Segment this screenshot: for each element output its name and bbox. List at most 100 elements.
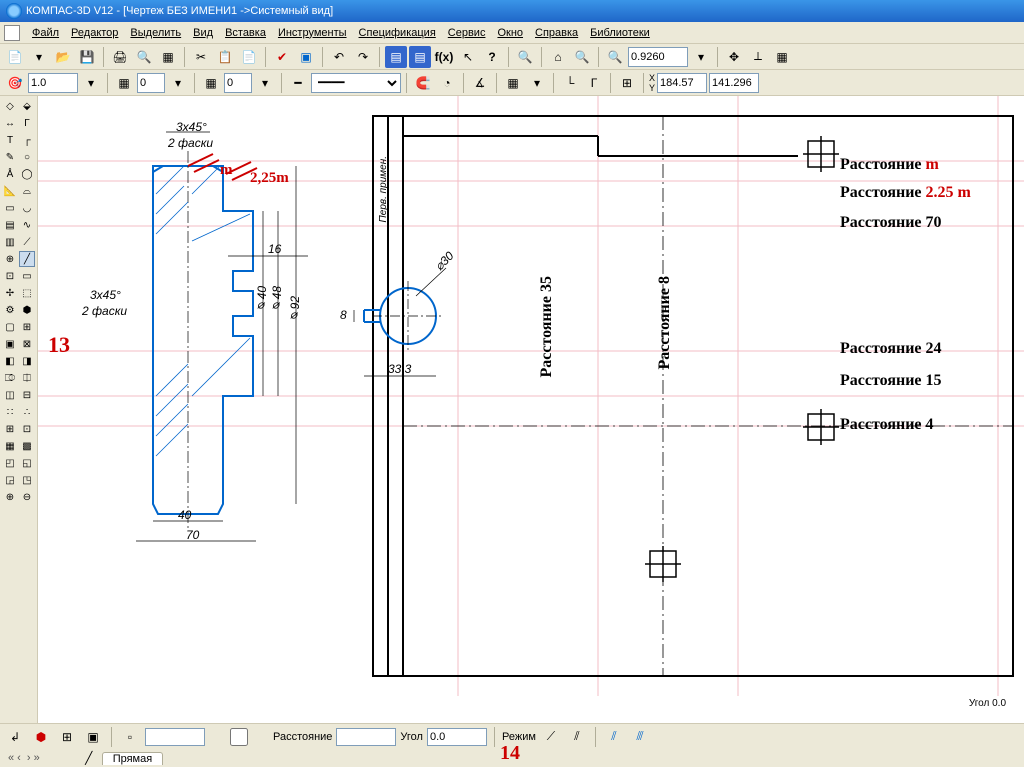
tool-t-icon[interactable]: ⊠ [19,336,35,352]
tool-4-icon[interactable]: ⊡ [19,421,35,437]
tab-nav-next[interactable]: › » [27,752,40,764]
layer-icon[interactable]: 🎯 [4,72,26,94]
tool-y-icon[interactable]: ◫ [2,387,18,403]
menu-edit[interactable]: Редактор [65,25,124,41]
prop-angle-input[interactable] [427,728,487,746]
new-doc-button[interactable]: 📄 [4,46,26,68]
tool-c-icon[interactable]: ┌ [19,132,35,148]
measure-icon[interactable]: 📐 [2,183,18,199]
tool-w-icon[interactable]: ⎄ [2,370,18,386]
scale-combo[interactable] [28,73,78,93]
mode-3-icon[interactable]: ⫽ [603,726,625,748]
tool-r-icon[interactable]: ⊞ [19,319,35,335]
geom-icon[interactable]: ◇ [2,98,18,114]
tool-v-icon[interactable]: ◨ [19,353,35,369]
menu-help[interactable]: Справка [529,25,584,41]
menu-window[interactable]: Окно [491,25,529,41]
tool-l-icon[interactable]: ▭ [19,268,35,284]
select-icon[interactable]: ▭ [2,200,18,216]
prop-coord-input[interactable] [145,728,205,746]
tab-nav-prev[interactable]: « ‹ [8,752,21,764]
tool-11-icon[interactable]: ⊕ [2,489,18,505]
cut-button[interactable]: ✂ [190,46,212,68]
spec-icon[interactable]: ▤ [2,217,18,233]
edit-icon[interactable]: ✎ [2,149,18,165]
tool-u-icon[interactable]: ◧ [2,353,18,369]
menu-spec[interactable]: Спецификация [353,25,442,41]
refresh-button[interactable]: ▦ [771,46,793,68]
save-button[interactable]: 💾 [76,46,98,68]
menu-tools[interactable]: Инструменты [272,25,353,41]
tool-7-icon[interactable]: ◰ [2,455,18,471]
coord-y[interactable] [709,73,759,93]
menu-service[interactable]: Сервис [442,25,492,41]
zoom-combo[interactable] [628,47,688,67]
tool-e-icon[interactable]: ◯ [19,166,35,182]
mode-1-icon[interactable]: ⟋ [540,726,562,748]
prop-stop-icon[interactable]: ⬢ [30,726,52,748]
dropdown3-icon[interactable]: ▾ [80,72,102,94]
tool-j-icon[interactable]: ╱ [19,251,35,267]
round-btn[interactable]: ⊞ [616,72,638,94]
dim-icon[interactable]: ↔ [2,115,18,131]
report-icon[interactable]: ▥ [2,234,18,250]
tool-3-icon[interactable]: ⊞ [2,421,18,437]
tool-12-icon[interactable]: ⊖ [19,489,35,505]
axis-btn[interactable]: └ [559,72,581,94]
tool-8-icon[interactable]: ◱ [19,455,35,471]
tab-line[interactable]: Прямая [102,752,164,765]
properties-button[interactable]: ✔ [271,46,293,68]
tool-d-icon[interactable]: ○ [19,149,35,165]
dropdown4-icon[interactable]: ▾ [167,72,189,94]
menu-select[interactable]: Выделить [124,25,187,41]
tool-10-icon[interactable]: ◳ [19,472,35,488]
insert-icon[interactable]: ⊕ [2,251,18,267]
tool-b-icon[interactable]: Γ [19,115,35,131]
redo-button[interactable]: ↷ [352,46,374,68]
prop-distance-check[interactable] [209,728,269,746]
cursor-button[interactable]: ↖ [457,46,479,68]
fx-button[interactable]: f(x) [433,46,455,68]
text-icon[interactable]: T [2,132,18,148]
tool-o-icon[interactable]: ⚙ [2,302,18,318]
mode-4-icon[interactable]: ⫻ [629,726,651,748]
zoom-scale-icon[interactable]: 🔍 [604,46,626,68]
tool-q-icon[interactable]: ▢ [2,319,18,335]
menu-libs[interactable]: Библиотеки [584,25,656,41]
doc-icon[interactable] [4,25,20,41]
tool-s-icon[interactable]: ▣ [2,336,18,352]
manager-button[interactable]: ▦ [157,46,179,68]
pan-button[interactable]: ✥ [723,46,745,68]
zoom-in-button[interactable]: 🔍 [514,46,536,68]
tool-2-icon[interactable]: ∴ [19,404,35,420]
tool-g-icon[interactable]: ◡ [19,200,35,216]
canvas[interactable]: 3x45° 2 фаски 3x45° 2 фаски 16 ⌀40 ⌀48 ⌀… [38,96,1024,723]
mode-2-icon[interactable]: ⫽ [566,726,588,748]
snap-btn[interactable]: 🧲 [412,72,434,94]
copy-button[interactable]: 📋 [214,46,236,68]
tool-9-icon[interactable]: ◲ [2,472,18,488]
menu-insert[interactable]: Вставка [219,25,272,41]
lib-button[interactable]: ▤ [385,46,407,68]
paste-button[interactable]: 📄 [238,46,260,68]
tool-5-icon[interactable]: ▦ [2,438,18,454]
dropdown-icon[interactable]: ▾ [28,46,50,68]
zoom-window-button[interactable]: 🔍 [571,46,593,68]
snap2-btn[interactable]: ◔ [436,72,458,94]
open-button[interactable]: 📂 [52,46,74,68]
tool-6-icon[interactable]: ▩ [19,438,35,454]
tool-m-icon[interactable]: ✢ [2,285,18,301]
layer-combo[interactable] [137,73,165,93]
layer-btn[interactable]: ▦ [113,72,135,94]
ortho-button[interactable]: ⟂ [747,46,769,68]
preview-button[interactable]: 🔍 [133,46,155,68]
menu-view[interactable]: Вид [187,25,219,41]
variables-button[interactable]: ▣ [295,46,317,68]
tool-n-icon[interactable]: ⬚ [19,285,35,301]
dropdown2-icon[interactable]: ▾ [690,46,712,68]
angle-btn[interactable]: ∡ [469,72,491,94]
lib2-button[interactable]: ▤ [409,46,431,68]
prop-apply-icon[interactable]: ↲ [4,726,26,748]
style-btn[interactable]: ━ [287,72,309,94]
color-combo[interactable] [224,73,252,93]
